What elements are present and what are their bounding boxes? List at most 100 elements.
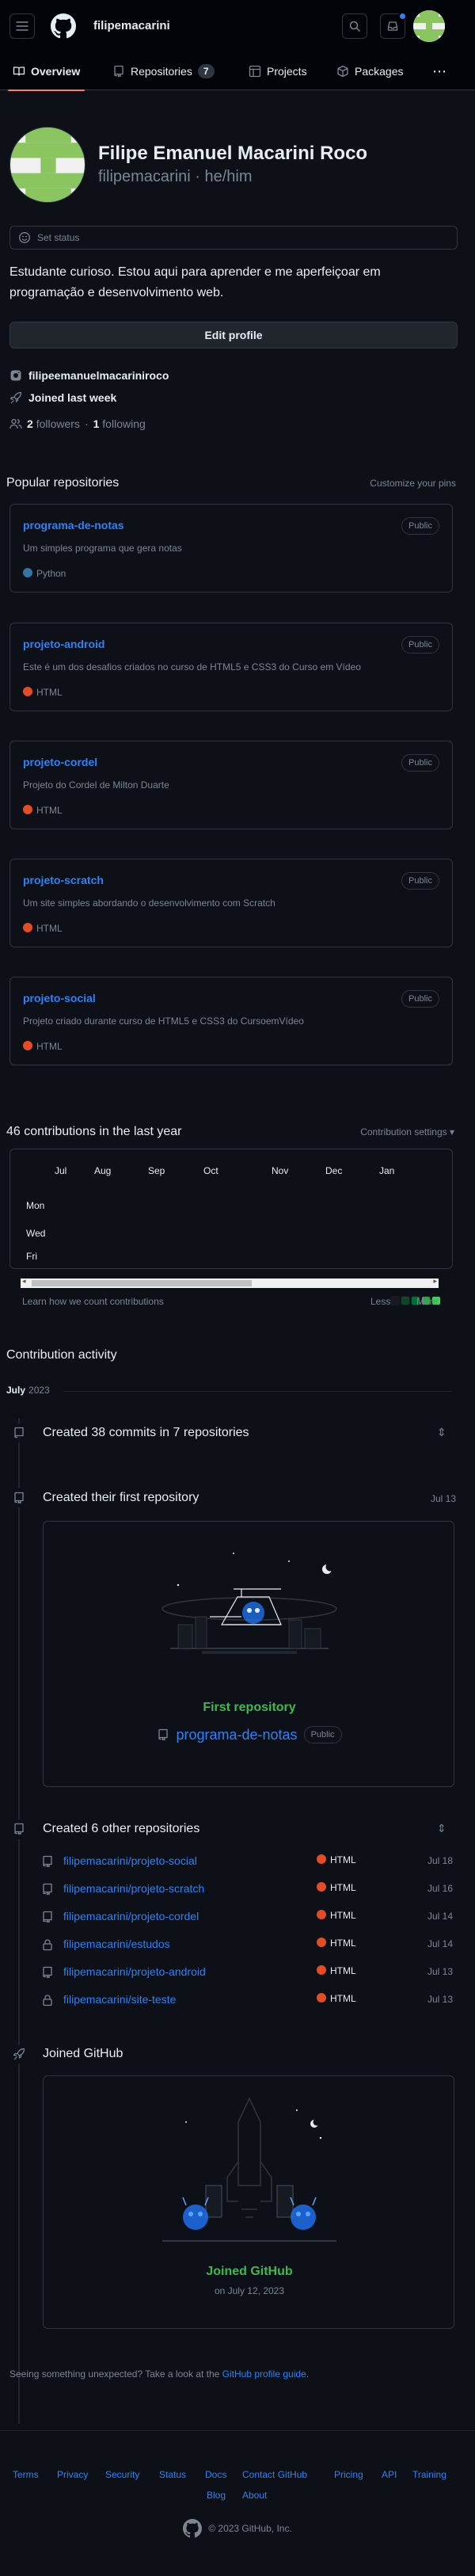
footer-link[interactable]: Blog [207, 2490, 226, 2501]
month-divider [63, 1391, 451, 1392]
joined-github-card: Joined GitHub on July 12, 2023 [43, 2075, 454, 2329]
followers-link[interactable]: 2 followers [27, 417, 80, 430]
tab-packages[interactable]: Packages [336, 60, 403, 82]
tab-overview[interactable]: Overview [8, 60, 86, 91]
calendar-scrollbar-thumb[interactable] [32, 1280, 252, 1286]
customize-pins-link[interactable]: Customize your pins [370, 478, 456, 489]
footer-copyright-row: © 2023 GitHub, Inc. [0, 2519, 475, 2538]
separator-dot: · [84, 417, 89, 430]
footer-link[interactable]: Status [159, 2469, 186, 2480]
first-repo-title: Created their first repository [43, 1491, 200, 1504]
instagram-link[interactable]: filipeemanuelmacariniroco [10, 369, 169, 382]
header-username[interactable]: filipemacarini [93, 19, 170, 32]
footer-link[interactable]: Training [412, 2469, 446, 2480]
followers-label: followers [36, 417, 80, 430]
instagram-handle: filipeemanuelmacariniroco [28, 369, 169, 382]
contribution-settings-button[interactable]: Contribution settings ▾ [360, 1126, 454, 1137]
triangle-down-icon: ▾ [449, 1126, 454, 1137]
created-repo-date: Jul 18 [427, 1855, 453, 1866]
commits-summary[interactable]: Created 38 commits in 7 repositories [43, 1426, 249, 1440]
contribution-activity-title: Contribution activity [6, 1348, 117, 1362]
menu-button[interactable] [10, 13, 35, 39]
header-avatar[interactable] [413, 10, 445, 42]
pinned-repo-description: Um site simples abordando o desenvolvime… [23, 897, 276, 909]
notification-dot [398, 12, 407, 21]
calendar-scrollbar[interactable]: ◂ ▸ [21, 1277, 439, 1288]
followers-count: 2 [27, 417, 33, 430]
github-logo-icon[interactable] [183, 2519, 203, 2538]
instagram-icon [10, 370, 21, 381]
more-tabs-button[interactable]: ⋯ [432, 60, 446, 82]
footer-link[interactable]: Terms [13, 2469, 39, 2480]
footer-link[interactable]: API [382, 2469, 397, 2480]
contribution-calendar: Mon Wed Fri Jul Aug Sep Oct Nov Dec Jan [10, 1149, 453, 1269]
language-color-dot [317, 1854, 326, 1864]
created-repo-link[interactable]: filipemacarini/projeto-social [63, 1854, 197, 1867]
search-button[interactable] [342, 13, 367, 39]
scroll-left-icon[interactable]: ◂ [22, 1277, 26, 1286]
learn-contributions-link[interactable]: Learn how we count contributions [22, 1296, 164, 1307]
set-status-button[interactable]: Set status [10, 226, 458, 250]
language-name: HTML [330, 1882, 356, 1893]
repo-icon [158, 1728, 169, 1741]
repo-push-icon [14, 1427, 24, 1439]
language-color-dot [317, 1965, 326, 1975]
notifications-button[interactable] [380, 12, 407, 39]
created-repo-link[interactable]: filipemacarini/projeto-scratch [63, 1882, 204, 1895]
joined-event-icon [10, 2044, 28, 2063]
table-icon [249, 65, 261, 78]
created-repo-link[interactable]: filipemacarini/projeto-cordel [63, 1910, 199, 1922]
pinned-repo-name[interactable]: projeto-cordel [23, 756, 97, 768]
scroll-right-icon[interactable]: ▸ [433, 1277, 437, 1286]
month-label: Jan [379, 1165, 395, 1176]
edit-profile-button[interactable]: Edit profile [10, 322, 458, 349]
profile-avatar[interactable] [10, 127, 86, 203]
pinned-repo-description: Projeto do Cordel de Milton Duarte [23, 779, 169, 791]
footer-link[interactable]: Privacy [57, 2469, 88, 2480]
created-repo-link[interactable]: filipemacarini/projeto-android [63, 1965, 206, 1978]
created-repo-link[interactable]: filipemacarini/estudos [63, 1938, 170, 1950]
profile-name: Filipe Emanuel Macarini Roco [98, 143, 368, 164]
rocket-icon [13, 2048, 25, 2060]
joined-text: Joined last week [28, 391, 117, 404]
tab-projects[interactable]: Projects [249, 60, 307, 82]
expand-repos-icon[interactable]: ⇕ [437, 1822, 446, 1835]
pinned-repo-name[interactable]: projeto-social [23, 992, 96, 1004]
created-repo-date: Jul 13 [427, 1994, 453, 2005]
activity-month-heading: July 2023 [6, 1385, 50, 1396]
language-name: HTML [330, 1854, 356, 1865]
tab-repositories[interactable]: Repositories 7 [112, 60, 215, 82]
pinned-repo-description: Este é um dos desafios criados no curso … [23, 661, 361, 673]
joined-info: Joined last week [10, 391, 116, 404]
language-color-dot [23, 805, 32, 814]
unexpected-text: Seeing something unexpected? Take a look… [10, 2368, 220, 2380]
footer-link[interactable]: Docs [205, 2469, 226, 2480]
created-repo-row: filipemacarini/projeto-cordel HTML Jul 14 [41, 1907, 453, 1926]
language-name: Python [36, 568, 66, 579]
joined-github-illustration [162, 2097, 336, 2242]
repo-icon [14, 1823, 24, 1835]
pinned-repo-name[interactable]: programa-de-notas [23, 519, 124, 532]
created-repo-language: HTML [317, 1910, 356, 1921]
book-icon [13, 67, 25, 76]
people-icon [10, 418, 22, 429]
footer-link[interactable]: Pricing [334, 2469, 363, 2480]
profile-guide-link[interactable]: GitHub profile guide [222, 2368, 306, 2380]
pinned-repo-description: Projeto criado durante curso de HTML5 e … [23, 1016, 304, 1027]
created-repo-row: filipemacarini/estudos HTML Jul 14 [41, 1935, 453, 1954]
first-repo-link[interactable]: programa-de-notas [176, 1727, 297, 1743]
footer-link[interactable]: About [242, 2490, 267, 2501]
created-repo-row: filipemacarini/projeto-android HTML Jul 13 [41, 1963, 453, 1982]
created-repo-link[interactable]: filipemacarini/site-teste [63, 1993, 176, 2006]
language-name: HTML [36, 923, 63, 934]
footer-link[interactable]: Contact GitHub [242, 2469, 307, 2480]
popular-repos-title: Popular repositories [6, 476, 120, 490]
github-logo-icon[interactable] [51, 13, 76, 39]
pinned-repo-name[interactable]: projeto-scratch [23, 874, 104, 886]
pinned-repo-language: HTML [23, 1041, 63, 1052]
pinned-repo-name[interactable]: projeto-android [23, 638, 104, 650]
expand-commits-icon[interactable]: ⇕ [437, 1426, 446, 1439]
following-link[interactable]: 1 following [93, 417, 146, 430]
footer-link[interactable]: Security [105, 2469, 139, 2480]
pinned-repo-description: Um simples programa que gera notas [23, 543, 182, 554]
